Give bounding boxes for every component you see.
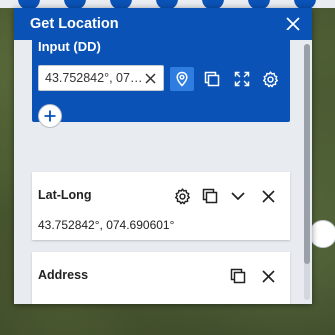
- clear-icon[interactable]: [143, 71, 157, 85]
- close-icon[interactable]: [258, 266, 278, 286]
- gear-icon[interactable]: [258, 67, 282, 91]
- close-icon[interactable]: [258, 186, 278, 206]
- map-side-button[interactable]: [309, 220, 335, 248]
- chevron-down-icon[interactable]: [228, 186, 248, 206]
- coordinate-input-value[interactable]: 43.752842°, 074.690601°: [45, 71, 143, 85]
- gear-icon[interactable]: [172, 186, 192, 206]
- result-title: Address: [38, 268, 89, 282]
- latlong-value: 43.752842°, 074.690601°: [38, 218, 175, 232]
- address-result-card: Address: [32, 252, 290, 304]
- map-toolbar-strip: [0, 0, 335, 10]
- coordinate-input[interactable]: 43.752842°, 074.690601°: [38, 65, 164, 91]
- input-section-title: Input (DD): [38, 39, 101, 54]
- input-section: Input (DD) 43.752842°, 074.690601°: [32, 30, 290, 128]
- copy-icon[interactable]: [228, 266, 248, 286]
- get-location-panel: Get Location Input (DD) 43.752842°, 074.…: [14, 8, 312, 304]
- plus-icon[interactable]: [38, 104, 62, 128]
- copy-icon[interactable]: [200, 67, 224, 91]
- location-pin-icon[interactable]: [170, 67, 194, 91]
- expand-icon[interactable]: [230, 67, 254, 91]
- latlong-result-card: Lat-Long 43.752842°, 074.690601°: [32, 172, 290, 240]
- result-title: Lat-Long: [38, 188, 92, 202]
- scrollbar-thumb[interactable]: [304, 44, 310, 264]
- copy-icon[interactable]: [200, 186, 220, 206]
